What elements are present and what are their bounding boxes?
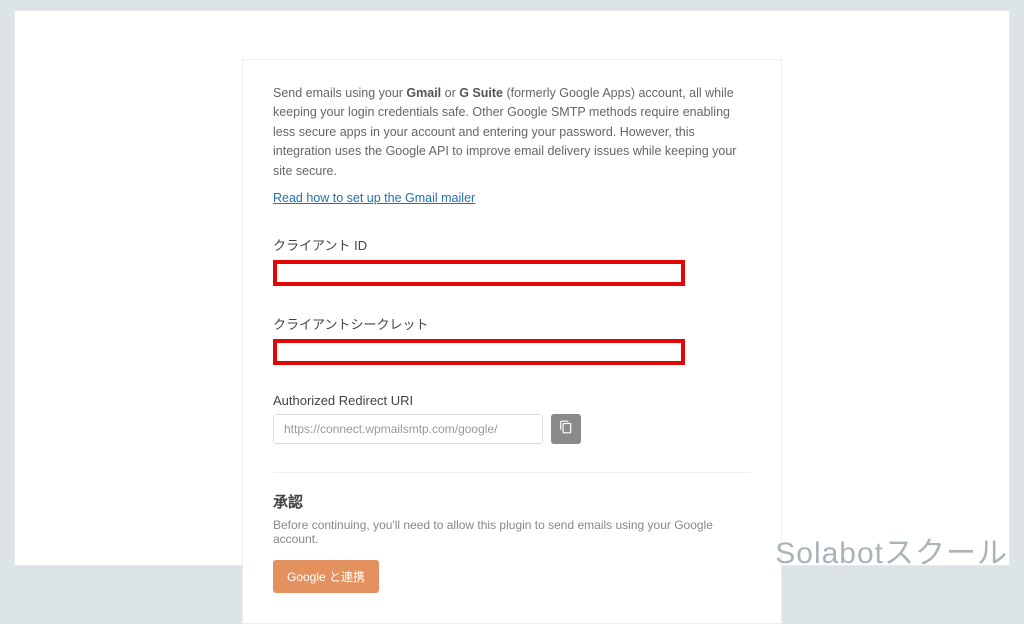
client-id-input[interactable] — [273, 260, 685, 286]
copy-icon — [559, 420, 573, 437]
client-secret-label: クライアントシークレット — [273, 314, 751, 333]
authorization-section: 承認 Before continuing, you'll need to all… — [273, 491, 751, 593]
desc-mid: or — [441, 86, 459, 100]
client-secret-input[interactable] — [273, 339, 685, 365]
redirect-uri-label: Authorized Redirect URI — [273, 393, 751, 408]
redirect-uri-group: Authorized Redirect URI — [273, 393, 751, 444]
google-connect-button[interactable]: Google と連携 — [273, 560, 379, 593]
divider — [273, 472, 751, 473]
desc-bold-gsuite: G Suite — [459, 86, 503, 100]
settings-panel: Send emails using your Gmail or G Suite … — [242, 59, 782, 624]
authorization-subtitle: Before continuing, you'll need to allow … — [273, 518, 751, 546]
desc-bold-gmail: Gmail — [406, 86, 441, 100]
client-id-label: クライアント ID — [273, 235, 751, 254]
authorization-title: 承認 — [273, 491, 751, 512]
redirect-uri-input[interactable] — [273, 414, 543, 444]
desc-prefix: Send emails using your — [273, 86, 406, 100]
description-text: Send emails using your Gmail or G Suite … — [273, 84, 751, 181]
client-id-group: クライアント ID — [273, 235, 751, 286]
setup-docs-link[interactable]: Read how to set up the Gmail mailer — [273, 191, 475, 205]
copy-uri-button[interactable] — [551, 414, 581, 444]
client-secret-group: クライアントシークレット — [273, 314, 751, 365]
page-container: Send emails using your Gmail or G Suite … — [14, 10, 1010, 566]
redirect-uri-row — [273, 414, 751, 444]
